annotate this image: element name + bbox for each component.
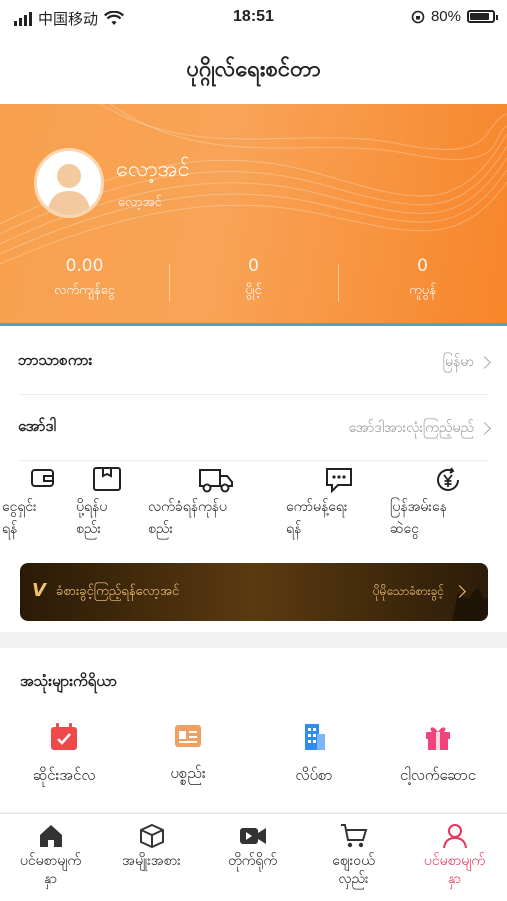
tool-label: ကော်မန့်ရေး ရန် [286, 499, 348, 537]
stat-balance[interactable]: 0.00 လက်ကျန်ငွေ [0, 256, 169, 301]
stat-label: ပွိုင့် [245, 283, 262, 298]
tool-address[interactable]: လိပ်စာ [254, 722, 374, 788]
tool-to-receive[interactable]: လက်ခံရန်ကုန်ပ စည်း [148, 466, 288, 540]
status-bar: 中国移动 18:51 80% [0, 0, 507, 36]
tab-live[interactable]: တိုက်ရိုက် [202, 820, 303, 870]
stat-value: 0 [248, 256, 259, 276]
refund-yen-icon [390, 466, 502, 496]
video-icon [202, 820, 303, 852]
tool-review[interactable]: ကော်မန့်ရေး ရန် [286, 466, 396, 540]
tab-label: တိုက်ရိုက် [227, 853, 278, 869]
order-label: အော်ဒါ [18, 417, 56, 435]
calendar-check-icon [51, 723, 77, 750]
tool-label: ပစ္စည်း [170, 764, 206, 782]
bottom-tab-bar: ပင်မစာမျက် နှာ အမျိုးအစား တိုက်ရိုက် ဈေး… [0, 813, 507, 901]
stat-label: ကူပွန် [409, 283, 436, 298]
tab-label: ပင်မစာမျက် နှာ [423, 853, 486, 887]
vip-login-text: ခံစားခွင့်ကြည့်ရန်လော့အင် [56, 584, 180, 599]
vip-badge: V [32, 580, 46, 601]
order-all-link: အော်ဒါအားလုံးကြည့်မည် [348, 419, 474, 436]
tool-label: လိပ်စာ [295, 766, 333, 784]
battery-icon [467, 10, 498, 23]
cart-icon [303, 820, 404, 852]
stat-value: 0 [417, 256, 428, 276]
chevron-right-icon [478, 421, 491, 435]
vip-more-link[interactable]: ပိုမိုသောခံစားခွင့် [373, 583, 444, 601]
profile-header: လော့အင် လော့အင် 0.00 လက်ကျန်ငွေ 0 ပွိုင့… [0, 104, 507, 326]
comment-icon [286, 466, 396, 496]
stat-label: လက်ကျန်ငွေ [54, 283, 115, 298]
tab-home[interactable]: ပင်မစာမျက် နှာ [0, 820, 101, 888]
battery-percent: 80% [430, 8, 461, 25]
tool-label: ပြန်အမ်းနေ ဆဲငွေ [390, 499, 447, 537]
page-title: ပုဂ္ဂိုလ်ရေးစင်တာ [0, 36, 507, 104]
tab-cart[interactable]: ဈေးဝယ် လှည်း [303, 820, 404, 888]
tool-signin[interactable]: ဆိုင်းအင်လ [4, 722, 124, 788]
common-tools-title: အသုံးများကိရိယာ [20, 672, 118, 690]
truck-icon [148, 466, 288, 496]
stat-value: 0.00 [65, 256, 104, 276]
order-row[interactable]: အော်ဒါ အော်ဒါအားလုံးကြည့်မည် [18, 396, 491, 460]
divider [18, 394, 489, 395]
tab-label: ဈေးဝယ် လှည်း [332, 853, 375, 887]
profile-name[interactable]: လော့အင် [116, 154, 190, 187]
id-card-icon [175, 725, 201, 747]
building-icon [305, 724, 325, 750]
divider [18, 460, 489, 461]
tool-label: ဆိုင်းအင်လ [32, 766, 96, 784]
language-row[interactable]: ဘာသာစကား မြန်မာ [18, 330, 491, 394]
stat-coupons[interactable]: 0 ကူပွန် [338, 256, 507, 301]
tab-label: အမျိုးအစား [122, 853, 181, 869]
rotation-lock-icon [411, 10, 425, 23]
tool-refund[interactable]: ပြန်အမ်းနေ ဆဲငွေ [390, 466, 502, 540]
language-value: မြန်မာ [442, 353, 474, 370]
cube-icon [101, 820, 202, 852]
user-silhouette-icon [47, 164, 91, 215]
profile-subname: လော့အင် [118, 195, 162, 210]
gift-icon [426, 727, 450, 750]
tab-label: ပင်မစာမျက် နှာ [19, 853, 82, 887]
tool-gifts[interactable]: ငါ့လက်ဆောင [378, 722, 498, 788]
battery-group: 80% [411, 8, 498, 25]
avatar[interactable] [34, 148, 104, 218]
tab-category[interactable]: အမျိုးအစား [101, 820, 202, 870]
chevron-right-icon [478, 355, 491, 369]
language-label: ဘာသာစကား [18, 351, 93, 369]
tool-label: လက်ခံရန်ကုန်ပ စည်း [148, 499, 227, 537]
tab-profile[interactable]: ပင်မစာမျက် နှာ [404, 820, 505, 888]
home-icon [0, 820, 101, 852]
stat-points[interactable]: 0 ပွိုင့် [169, 256, 338, 301]
vip-banner[interactable]: V ခံစားခွင့်ကြည့်ရန်လော့အင် ပိုမိုသောခံစ… [20, 563, 488, 621]
profile-icon [404, 820, 505, 852]
tool-label: ငါ့လက်ဆောင [399, 766, 477, 784]
tool-items[interactable]: ပစ္စည်း [128, 722, 248, 786]
